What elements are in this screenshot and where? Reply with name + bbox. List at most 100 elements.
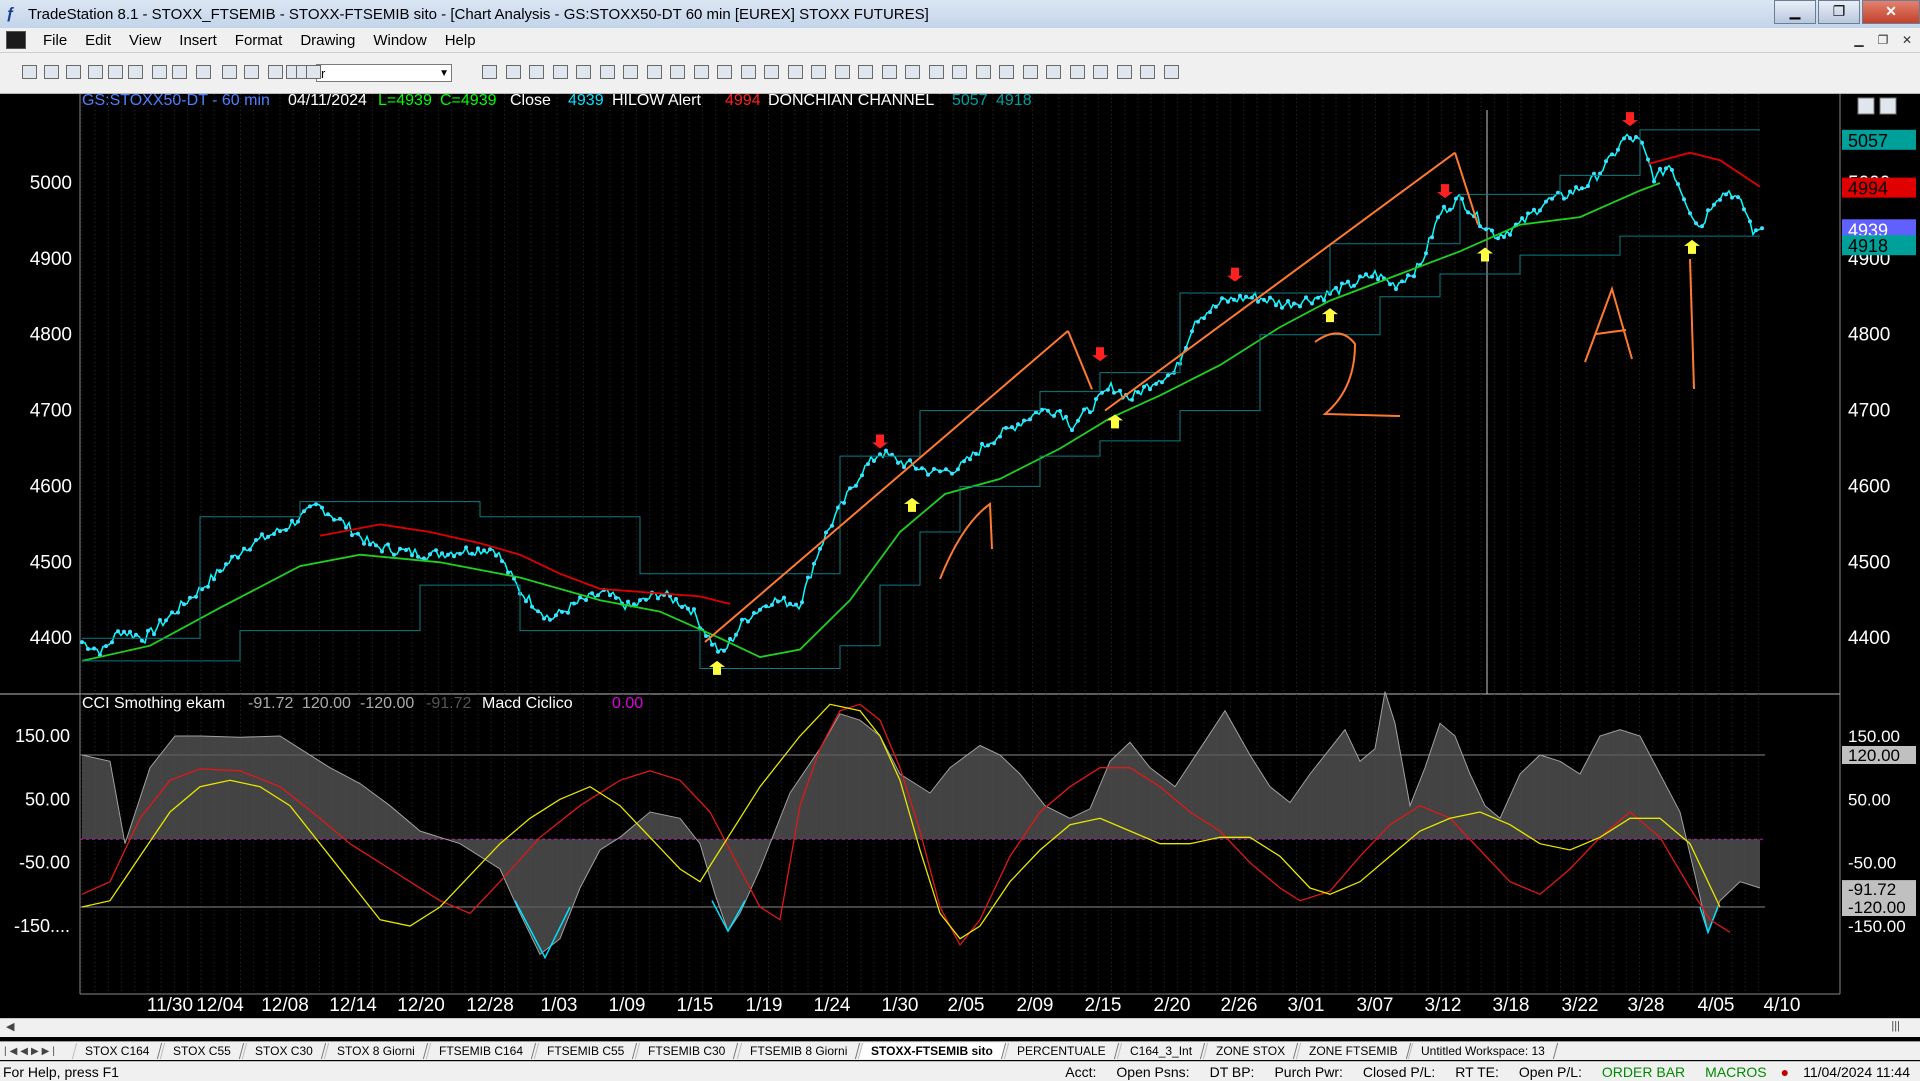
toolbar-icon-1[interactable] bbox=[44, 65, 59, 79]
menu-view[interactable]: View bbox=[120, 32, 170, 49]
chevron-down-icon[interactable]: ▼ bbox=[439, 65, 449, 83]
workspace-tab[interactable]: STOX C30 bbox=[242, 1043, 327, 1059]
toolbar-icon-21[interactable] bbox=[623, 65, 638, 79]
workspace-tab[interactable]: FTSEMIB C164 bbox=[425, 1043, 537, 1059]
mdi-close-button[interactable]: ✕ bbox=[1898, 32, 1916, 48]
toolbar-icon-44[interactable] bbox=[1163, 65, 1179, 79]
price-bar-dot bbox=[1334, 285, 1338, 290]
toolbar-icon-25[interactable] bbox=[717, 65, 732, 79]
toolbar-icon-33[interactable] bbox=[905, 65, 920, 79]
workspace-tab[interactable]: STOX C55 bbox=[160, 1043, 245, 1059]
toolbar-icon-23[interactable] bbox=[670, 65, 685, 79]
workspace-tab-label: FTSEMIB 8 Giorni bbox=[749, 1044, 848, 1058]
toolbar-icon-7[interactable] bbox=[172, 65, 187, 79]
toolbar-icon-35[interactable] bbox=[952, 65, 967, 79]
toolbar-icon-38[interactable] bbox=[1022, 65, 1038, 79]
toolbar-icon-43[interactable] bbox=[1140, 65, 1155, 79]
toolbar-icon-3[interactable] bbox=[88, 65, 103, 79]
toolbar-icon-40[interactable] bbox=[1069, 65, 1085, 79]
toolbar-icon-14[interactable] bbox=[306, 65, 321, 79]
tab-nav-arrows-icon[interactable]: |◀◀▶▶| bbox=[0, 1046, 74, 1057]
workspace-tab[interactable]: STOX 8 Giorni bbox=[323, 1043, 429, 1059]
panel-minimize-button[interactable] bbox=[1857, 97, 1875, 115]
maximize-button[interactable]: ❐ bbox=[1818, 0, 1860, 24]
menu-insert[interactable]: Insert bbox=[170, 32, 226, 49]
workspace-tab[interactable]: FTSEMIB C55 bbox=[533, 1043, 638, 1059]
toolbar-icon-31[interactable] bbox=[858, 65, 873, 79]
price-bar-dot bbox=[1604, 159, 1608, 164]
toolbar-icon-9[interactable] bbox=[222, 65, 237, 79]
toolbar-icon-16[interactable] bbox=[505, 65, 521, 79]
price-bar-dot bbox=[680, 605, 684, 609]
status-macros[interactable]: MACROS bbox=[1695, 1064, 1776, 1080]
price-bar-dot bbox=[1628, 136, 1632, 141]
price-bar-dot bbox=[1226, 299, 1230, 304]
toolbar-icon-4[interactable] bbox=[108, 65, 123, 79]
toolbar-icon-19[interactable] bbox=[576, 65, 591, 79]
workspace-tab[interactable]: Untitled Workspace: 13 bbox=[1408, 1043, 1559, 1059]
price-bar-dot bbox=[128, 629, 132, 634]
toolbar-icon-39[interactable] bbox=[1046, 65, 1061, 79]
workspace-tab[interactable]: FTSEMIB 8 Giorni bbox=[736, 1043, 861, 1059]
menu-edit[interactable]: Edit bbox=[76, 32, 120, 49]
toolbar-icon-36[interactable] bbox=[975, 65, 991, 79]
toolbar-icon-20[interactable] bbox=[599, 65, 615, 79]
price-bar-dot bbox=[836, 505, 840, 510]
toolbar-icon-42[interactable] bbox=[1116, 65, 1132, 79]
menu-drawing[interactable]: Drawing bbox=[291, 32, 364, 49]
toolbar-icon-6[interactable] bbox=[152, 65, 167, 79]
price-bar-dot bbox=[1406, 273, 1410, 278]
workspace-tab[interactable]: STOXX-FTSEMIB sito bbox=[857, 1043, 1006, 1059]
price-bar-dot bbox=[1022, 418, 1026, 423]
chart-analysis-window[interactable]: 5000500049004900480048004700470046004600… bbox=[0, 92, 1920, 1034]
toolbar-icon-22[interactable] bbox=[646, 65, 662, 79]
toolbar-icon-32[interactable] bbox=[881, 65, 897, 79]
toolbar-icon-18[interactable] bbox=[552, 65, 568, 79]
price-bar-dot bbox=[1358, 274, 1362, 279]
workspace-tab[interactable]: C164_3_Int bbox=[1116, 1043, 1205, 1059]
workspace-tab-label: STOX C30 bbox=[255, 1044, 314, 1058]
toolbar-icon-17[interactable] bbox=[529, 65, 544, 79]
toolbar-icon-10[interactable] bbox=[244, 65, 259, 79]
workspace-tab[interactable]: PERCENTUALE bbox=[1003, 1043, 1119, 1059]
workspace-tab[interactable]: STOX C164 bbox=[71, 1043, 163, 1059]
toolbar-icon-5[interactable] bbox=[128, 65, 143, 79]
toolbar-icon-8[interactable] bbox=[196, 65, 211, 79]
minimize-button[interactable]: ▁ bbox=[1774, 0, 1816, 24]
price-bar-dot bbox=[1544, 199, 1548, 204]
toolbar-icon-37[interactable] bbox=[999, 65, 1014, 79]
workspace-tab-label: STOX C164 bbox=[85, 1044, 150, 1058]
toolbar-icon-30[interactable] bbox=[834, 65, 850, 79]
panel-restore-button[interactable] bbox=[1879, 97, 1897, 115]
price-bar-dot bbox=[116, 629, 120, 634]
chart-canvas[interactable]: 5000500049004900480048004700470046004600… bbox=[0, 92, 1920, 1034]
menu-help[interactable]: Help bbox=[436, 32, 485, 49]
toolbar-icon-24[interactable] bbox=[693, 65, 709, 79]
mdi-restore-button[interactable]: ❐ bbox=[1874, 32, 1892, 48]
chart-horizontal-scrollbar[interactable]: ◀ ||| bbox=[0, 1018, 1920, 1037]
toolbar-icon-29[interactable] bbox=[811, 65, 826, 79]
price-bar-dot bbox=[644, 597, 648, 602]
scroll-thumb-icon[interactable]: ||| bbox=[1891, 1020, 1900, 1032]
symbol-input[interactable]: r ▼ bbox=[316, 64, 452, 82]
menu-file[interactable]: File bbox=[34, 32, 76, 49]
mdi-minimize-button[interactable]: ▁ bbox=[1850, 32, 1868, 48]
toolbar-icon-0[interactable] bbox=[22, 65, 37, 79]
toolbar-icon-41[interactable] bbox=[1093, 65, 1108, 79]
menu-format[interactable]: Format bbox=[226, 32, 292, 49]
status-order-bar[interactable]: ORDER BAR bbox=[1592, 1064, 1695, 1080]
close-button[interactable]: ✕ bbox=[1862, 0, 1920, 24]
toolbar-icon-11[interactable] bbox=[268, 65, 283, 79]
toolbar-icon-2[interactable] bbox=[66, 65, 81, 79]
toolbar-icon-26[interactable] bbox=[740, 65, 756, 79]
chart-window-icon[interactable] bbox=[6, 31, 26, 49]
workspace-tab[interactable]: FTSEMIB C30 bbox=[635, 1043, 739, 1059]
toolbar-icon-28[interactable] bbox=[787, 65, 803, 79]
toolbar-icon-15[interactable] bbox=[482, 65, 497, 79]
toolbar-icon-34[interactable] bbox=[928, 65, 944, 79]
workspace-tab[interactable]: ZONE FTSEMIB bbox=[1295, 1043, 1411, 1059]
scroll-left-icon[interactable]: ◀ bbox=[6, 1020, 14, 1033]
toolbar-icon-27[interactable] bbox=[764, 65, 779, 79]
menu-window[interactable]: Window bbox=[364, 32, 435, 49]
workspace-tab[interactable]: ZONE STOX bbox=[1202, 1043, 1298, 1059]
